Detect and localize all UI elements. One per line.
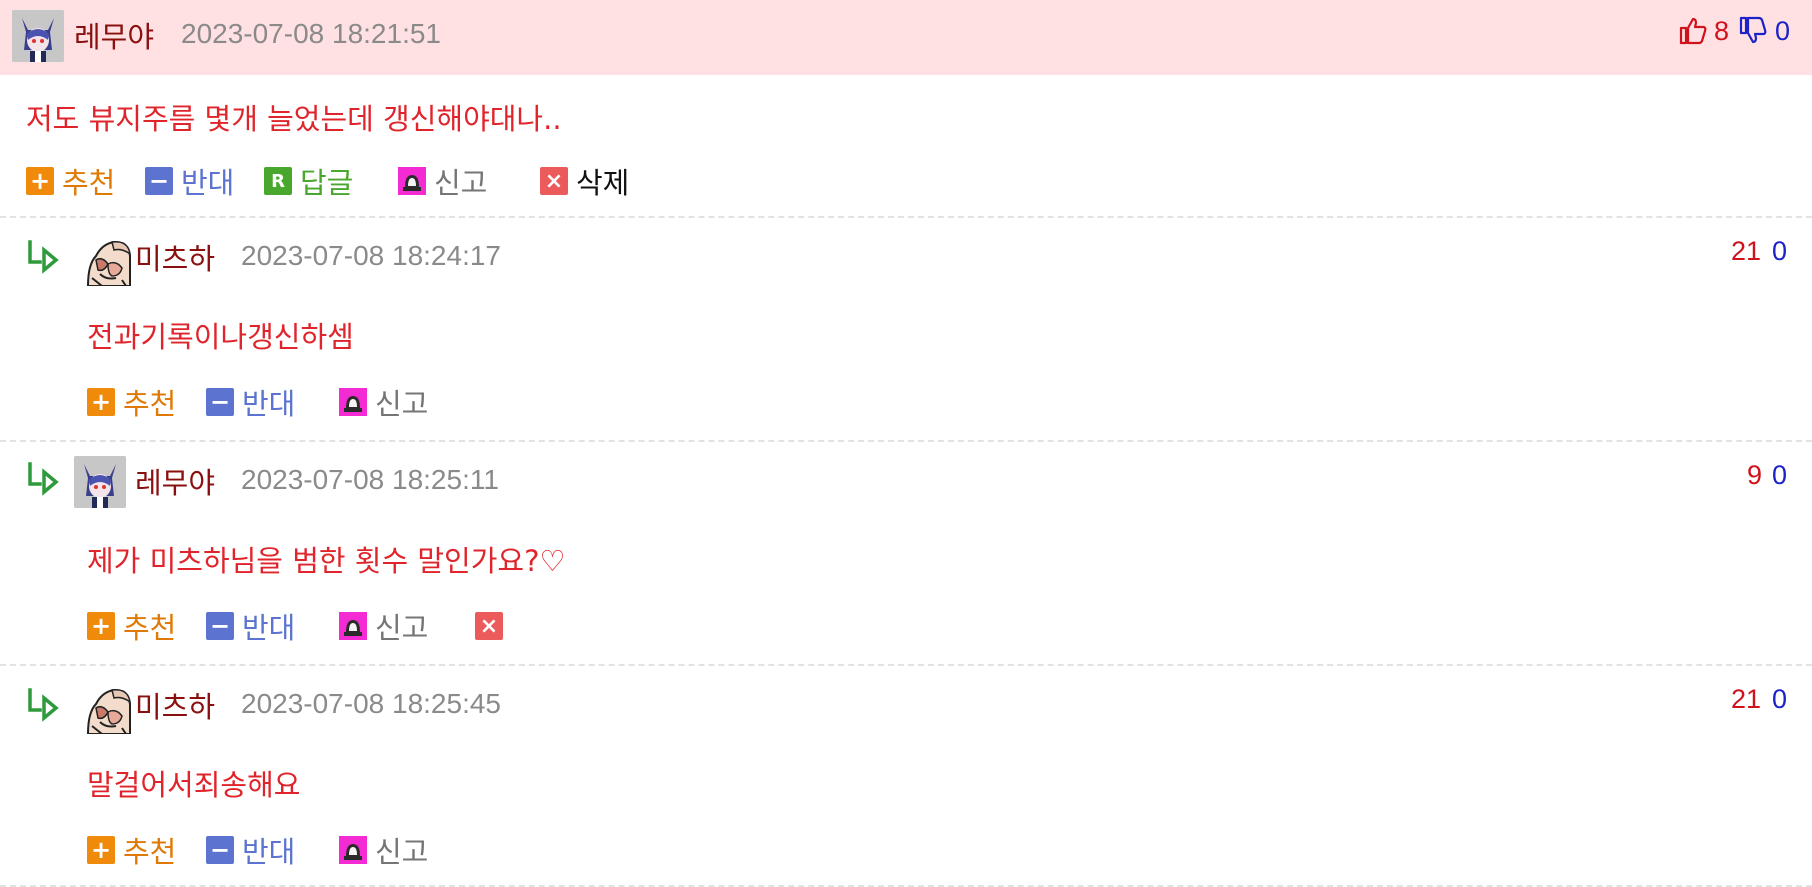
recommend-button[interactable]: + 추천 bbox=[26, 161, 115, 201]
downvote-count: 0 bbox=[1772, 460, 1788, 490]
comment-text: 제가 미츠하님을 범한 횟수 말인가요?♡ bbox=[87, 544, 566, 578]
downvote-count: 0 bbox=[1772, 684, 1788, 714]
recommend-button[interactable]: + 추천 bbox=[87, 606, 176, 646]
comment-text: 전과기록이나갱신하셈 bbox=[87, 320, 354, 354]
comment-date: 2023-07-08 18:24:17 bbox=[241, 240, 501, 271]
author-nick[interactable]: 레무야 bbox=[135, 460, 215, 502]
downvote-count: 0 bbox=[1772, 236, 1788, 266]
minus-icon: − bbox=[206, 388, 234, 416]
reply-arrow-icon bbox=[24, 684, 64, 724]
oppose-button[interactable]: − 반대 bbox=[206, 606, 295, 646]
oppose-button[interactable]: − 반대 bbox=[206, 382, 295, 422]
avatar[interactable] bbox=[74, 456, 126, 508]
upvote-count: 21 bbox=[1731, 236, 1762, 266]
thumbs-up-icon bbox=[1679, 17, 1707, 45]
avatar[interactable] bbox=[12, 10, 64, 62]
comment-4: 미츠하 2023-07-08 18:25:45 21 0 말걸어서죄송해요 + … bbox=[0, 666, 1812, 887]
delete-button[interactable]: × bbox=[475, 606, 511, 646]
comment-1: 레무야 2023-07-08 18:21:51 8 0 저도 뷰지주름 몇개 늘… bbox=[0, 0, 1812, 218]
upvote-count: 21 bbox=[1731, 684, 1762, 714]
oppose-button[interactable]: − 반대 bbox=[206, 830, 295, 870]
reply-icon: R bbox=[264, 167, 292, 195]
recommend-button[interactable]: + 추천 bbox=[87, 830, 176, 870]
close-icon: × bbox=[475, 612, 503, 640]
downvote-count: 0 bbox=[1775, 16, 1791, 46]
plus-icon: + bbox=[26, 167, 54, 195]
reply-arrow-icon bbox=[24, 458, 64, 498]
recommend-button[interactable]: + 추천 bbox=[87, 382, 176, 422]
minus-icon: − bbox=[206, 612, 234, 640]
plus-icon: + bbox=[87, 612, 115, 640]
author-nick[interactable]: 미츠하 bbox=[135, 236, 215, 278]
minus-icon: − bbox=[145, 167, 173, 195]
comment-2: 미츠하 2023-07-08 18:24:17 21 0 전과기록이나갱신하셈 … bbox=[0, 218, 1812, 442]
comment-date: 2023-07-08 18:25:45 bbox=[241, 688, 501, 719]
oppose-button[interactable]: − 반대 bbox=[145, 161, 234, 201]
minus-icon: − bbox=[206, 836, 234, 864]
siren-icon bbox=[339, 388, 367, 416]
comment-date: 2023-07-08 18:25:11 bbox=[241, 464, 499, 495]
upvote-count: 9 bbox=[1747, 460, 1763, 490]
plus-icon: + bbox=[87, 388, 115, 416]
author-nick[interactable]: 미츠하 bbox=[135, 684, 215, 726]
report-button[interactable]: 신고 bbox=[339, 606, 428, 646]
comment-date: 2023-07-08 18:21:51 bbox=[181, 18, 441, 49]
close-icon: × bbox=[540, 167, 568, 195]
comment-text: 말걸어서죄송해요 bbox=[87, 768, 301, 802]
comment-3: 레무야 2023-07-08 18:25:11 9 0 제가 미츠하님을 범한 … bbox=[0, 442, 1812, 666]
siren-icon bbox=[339, 612, 367, 640]
siren-icon bbox=[339, 836, 367, 864]
report-button[interactable]: 신고 bbox=[339, 830, 428, 870]
siren-icon bbox=[398, 167, 426, 195]
comment-text: 저도 뷰지주름 몇개 늘었는데 갱신해야대나.. bbox=[26, 102, 562, 136]
reply-button[interactable]: R 답글 bbox=[264, 161, 353, 201]
plus-icon: + bbox=[87, 836, 115, 864]
delete-button[interactable]: × 삭제 bbox=[540, 161, 629, 201]
upvote-count: 8 bbox=[1714, 16, 1730, 46]
report-button[interactable]: 신고 bbox=[339, 382, 428, 422]
report-button[interactable]: 신고 bbox=[398, 161, 487, 201]
avatar[interactable] bbox=[82, 682, 134, 734]
avatar[interactable] bbox=[82, 234, 134, 286]
reply-arrow-icon bbox=[24, 236, 64, 276]
thumbs-down-icon bbox=[1739, 16, 1767, 44]
author-nick[interactable]: 레무야 bbox=[74, 14, 154, 56]
